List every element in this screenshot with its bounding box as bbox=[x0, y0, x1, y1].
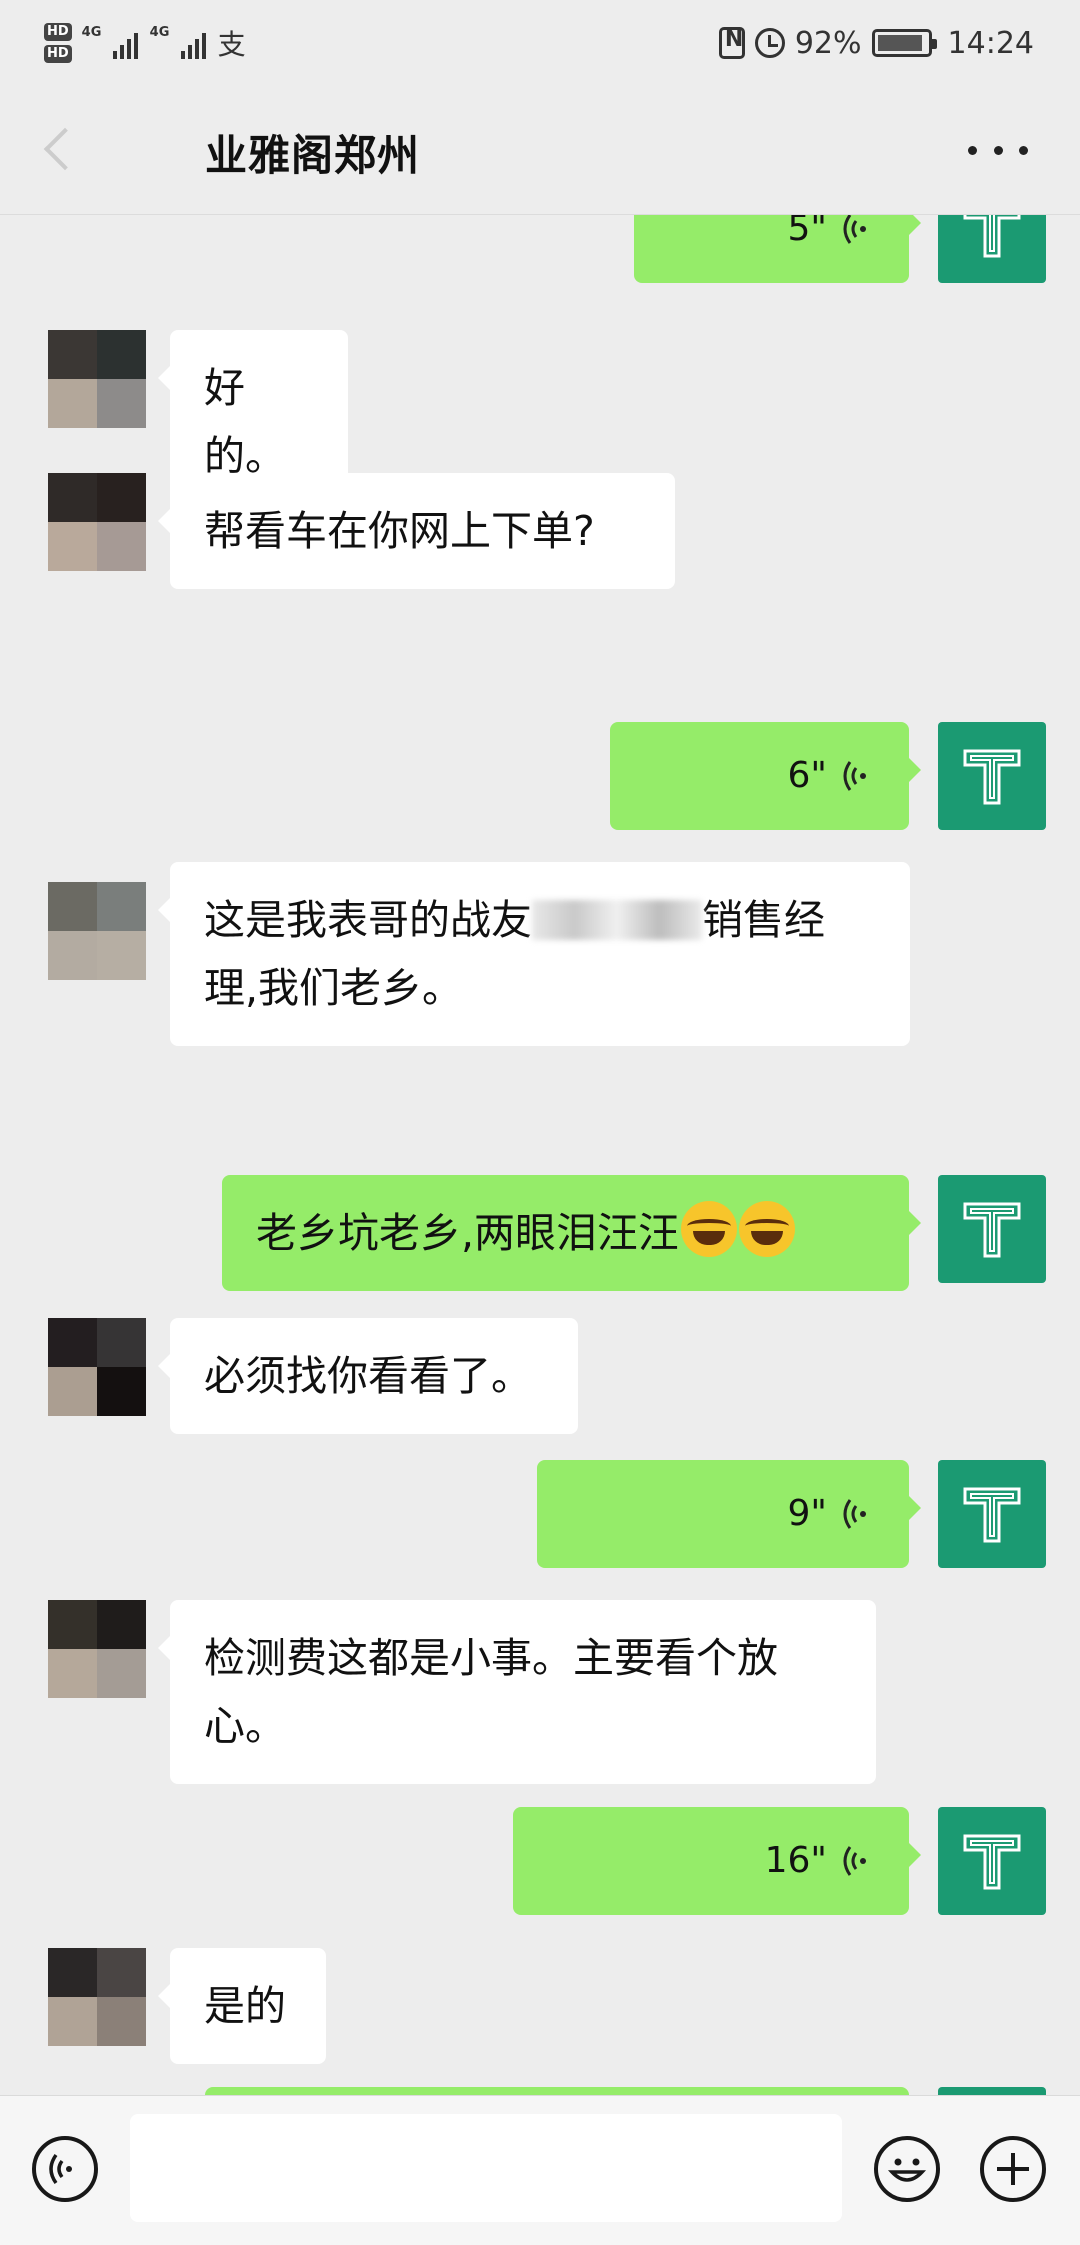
text-message[interactable]: 帮看车在你网上下单? bbox=[158, 473, 675, 589]
input-bar bbox=[0, 2095, 1080, 2245]
redacted-text bbox=[532, 900, 702, 940]
text-message[interactable]: 老乡坑老乡,两眼泪汪汪 bbox=[222, 1175, 921, 1291]
t-logo-icon bbox=[963, 1834, 1021, 1890]
voice-duration: 16" bbox=[764, 1840, 827, 1881]
hd-label: HD bbox=[44, 23, 72, 41]
voice-wave-icon bbox=[841, 1497, 869, 1531]
self-avatar[interactable] bbox=[938, 215, 1046, 283]
message-outgoing-partial bbox=[0, 2087, 1080, 2095]
voice-wave-icon bbox=[841, 215, 869, 246]
nfc-icon bbox=[718, 27, 745, 59]
text-message[interactable]: 必须找你看看了。 bbox=[158, 1318, 578, 1434]
voice-message[interactable]: 9" bbox=[537, 1460, 921, 1568]
self-avatar[interactable] bbox=[938, 2087, 1046, 2095]
text-message[interactable]: 检测费这都是小事。主要看个放心。 bbox=[158, 1600, 876, 1784]
contact-avatar[interactable] bbox=[48, 330, 146, 428]
clock: 14:24 bbox=[947, 25, 1034, 61]
hd-label: HD bbox=[44, 45, 72, 63]
voice-duration: 5" bbox=[787, 215, 827, 249]
contact-avatar[interactable] bbox=[48, 1318, 146, 1416]
network-label: 4G bbox=[149, 25, 170, 40]
self-avatar[interactable] bbox=[938, 1460, 1046, 1568]
voice-message[interactable]: 5" bbox=[634, 215, 921, 283]
contact-avatar[interactable] bbox=[48, 1600, 146, 1698]
signal-icon: 4G bbox=[150, 23, 208, 63]
status-left: HD HD 4G 4G 支 bbox=[44, 14, 246, 72]
status-right: 92% 14:24 bbox=[718, 14, 1034, 72]
emoji-icon[interactable] bbox=[874, 2136, 940, 2202]
t-logo-icon bbox=[963, 215, 1021, 258]
contact-avatar[interactable] bbox=[48, 473, 146, 571]
text-part: 这是我表哥的战友 bbox=[204, 896, 532, 944]
voice-message[interactable]: 6" bbox=[610, 722, 921, 830]
text-part: 老乡坑老乡,两眼泪汪汪 bbox=[256, 1209, 680, 1257]
hd-icon: HD HD bbox=[44, 23, 72, 63]
contact-avatar[interactable] bbox=[48, 1948, 146, 2046]
self-avatar[interactable] bbox=[938, 722, 1046, 830]
t-logo-icon bbox=[963, 749, 1021, 805]
chat-header: 业雅阁郑州 bbox=[0, 86, 1080, 215]
back-icon[interactable] bbox=[40, 126, 80, 174]
alipay-icon: 支 bbox=[217, 28, 246, 61]
signal-icon: 4G bbox=[82, 23, 140, 63]
message-incoming: 必须找你看看了。 bbox=[0, 1318, 1080, 1434]
message-outgoing: 5" bbox=[0, 215, 1080, 315]
message-outgoing: 6" bbox=[0, 722, 1080, 832]
message-list[interactable]: 5" 好的。 帮看车在你网上下单? 6" 这是我表哥的战友 销售经理,我们老乡。… bbox=[0, 215, 1080, 2095]
t-logo-icon bbox=[963, 1202, 1021, 1258]
t-logo-icon bbox=[963, 1487, 1021, 1543]
more-icon[interactable] bbox=[968, 126, 1028, 174]
self-avatar[interactable] bbox=[938, 1807, 1046, 1915]
battery-percent: 92% bbox=[794, 25, 862, 61]
voice-wave-icon bbox=[841, 1844, 869, 1878]
message-outgoing: 9" bbox=[0, 1460, 1080, 1570]
voice-duration: 9" bbox=[787, 1493, 827, 1534]
message-incoming: 帮看车在你网上下单? bbox=[0, 473, 1080, 589]
network-label: 4G bbox=[81, 25, 102, 40]
crying-face-icon bbox=[739, 1201, 796, 1257]
voice-message[interactable]: 16" bbox=[513, 1807, 921, 1915]
message-incoming: 是的 bbox=[0, 1948, 1080, 2064]
text-message[interactable]: 是的 bbox=[158, 1948, 326, 2064]
message-incoming: 检测费这都是小事。主要看个放心。 bbox=[0, 1600, 1080, 1784]
battery-icon bbox=[871, 29, 937, 57]
voice-duration: 6" bbox=[787, 755, 827, 796]
self-avatar[interactable] bbox=[938, 1175, 1046, 1283]
crying-face-icon bbox=[681, 1201, 738, 1257]
text-message[interactable]: 这是我表哥的战友 销售经理,我们老乡。 bbox=[158, 862, 910, 1046]
chat-title: 业雅阁郑州 bbox=[205, 131, 421, 180]
message-incoming: 这是我表哥的战友 销售经理,我们老乡。 bbox=[0, 862, 1080, 1046]
message-input[interactable] bbox=[130, 2114, 842, 2222]
message-outgoing: 老乡坑老乡,两眼泪汪汪 bbox=[0, 1175, 1080, 1291]
voice-message[interactable] bbox=[205, 2087, 909, 2095]
status-bar: HD HD 4G 4G 支 92% 14:24 bbox=[0, 0, 1080, 86]
message-incoming: 好的。 bbox=[0, 330, 1080, 514]
contact-avatar[interactable] bbox=[48, 882, 146, 980]
message-outgoing: 16" bbox=[0, 1807, 1080, 1917]
plus-icon[interactable] bbox=[980, 2136, 1046, 2202]
alarm-icon bbox=[754, 28, 785, 58]
voice-wave-icon bbox=[841, 759, 869, 793]
voice-input-icon[interactable] bbox=[32, 2136, 98, 2202]
